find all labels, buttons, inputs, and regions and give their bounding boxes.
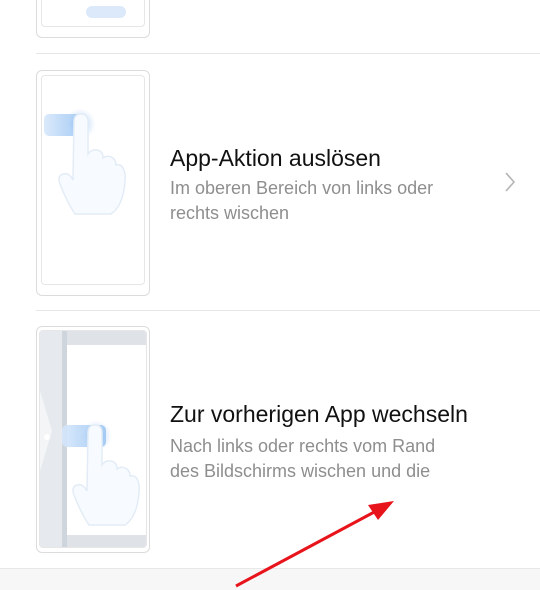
annotation-arrow-icon xyxy=(235,501,394,588)
